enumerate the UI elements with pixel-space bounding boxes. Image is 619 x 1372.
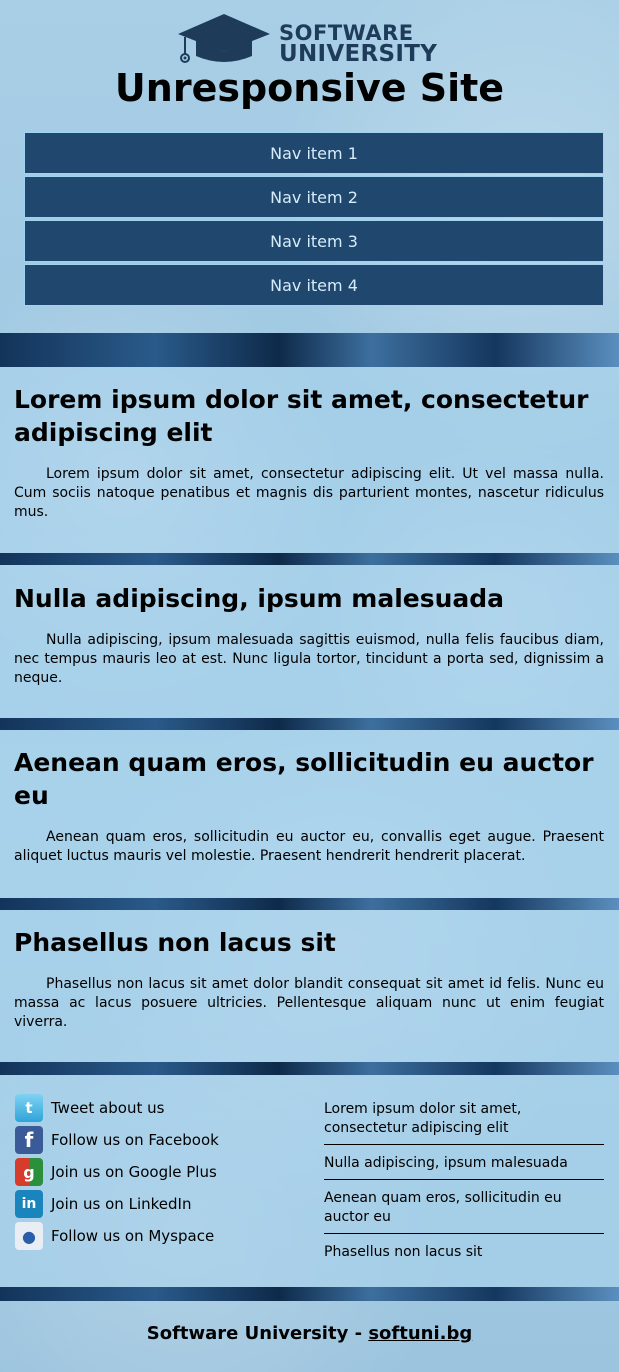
article-section-1: Lorem ipsum dolor sit amet, consectetur … [14, 383, 604, 522]
softuni-link[interactable]: softuni.bg [368, 1323, 472, 1344]
site-header: SOFTWARE UNIVERSITY Unresponsive Site Na… [0, 0, 619, 333]
divider-band [0, 1062, 619, 1075]
section-heading: Nulla adipiscing, ipsum malesuada [14, 584, 505, 613]
linkedin-icon: in [15, 1190, 43, 1218]
divider-band [0, 333, 619, 367]
divider-band [0, 1287, 619, 1301]
section-body: Nulla adipiscing, ipsum malesuada sagitt… [14, 632, 604, 686]
social-myspace[interactable]: ● Follow us on Myspace [15, 1220, 219, 1252]
section-heading: Lorem ipsum dolor sit amet, consectetur … [14, 385, 589, 447]
footer-link[interactable]: Phasellus non lacus sit [324, 1243, 604, 1268]
article-section-4: Phasellus non lacus sit Phasellus non la… [14, 926, 604, 1032]
graduation-cap-icon [178, 14, 270, 63]
social-links: t Tweet about us f Follow us on Facebook… [15, 1092, 219, 1252]
main-nav: Nav item 1 Nav item 2 Nav item 3 Nav ite… [24, 132, 604, 308]
article-section-3: Aenean quam eros, sollicitudin eu auctor… [14, 746, 604, 866]
google-plus-icon: g [15, 1158, 43, 1186]
social-label: Follow us on Facebook [51, 1131, 219, 1149]
nav-item-2[interactable]: Nav item 2 [24, 176, 604, 218]
social-label: Follow us on Myspace [51, 1227, 215, 1245]
section-body: Aenean quam eros, sollicitudin eu auctor… [14, 829, 604, 864]
social-label: Tweet about us [51, 1099, 165, 1117]
copyright-text: Software University - [146, 1323, 369, 1344]
myspace-icon: ● [15, 1222, 43, 1250]
nav-item-3[interactable]: Nav item 3 [24, 220, 604, 262]
facebook-icon: f [15, 1126, 43, 1154]
footer-link[interactable]: Nulla adipiscing, ipsum malesuada [324, 1154, 604, 1180]
footer-article-links: Lorem ipsum dolor sit amet, consectetur … [324, 1100, 604, 1277]
social-google-plus[interactable]: g Join us on Google Plus [15, 1156, 219, 1188]
social-twitter[interactable]: t Tweet about us [15, 1092, 219, 1124]
section-body: Lorem ipsum dolor sit amet, consectetur … [14, 466, 604, 520]
social-label: Join us on Google Plus [51, 1163, 217, 1181]
twitter-icon: t [15, 1094, 43, 1122]
social-facebook[interactable]: f Follow us on Facebook [15, 1124, 219, 1156]
copyright: Software University - softuni.bg [0, 1323, 619, 1344]
nav-item-1[interactable]: Nav item 1 [24, 132, 604, 174]
section-heading: Aenean quam eros, sollicitudin eu auctor… [14, 748, 594, 810]
section-body: Phasellus non lacus sit amet dolor bland… [14, 976, 604, 1030]
social-label: Join us on LinkedIn [51, 1195, 192, 1213]
footer-link[interactable]: Lorem ipsum dolor sit amet, consectetur … [324, 1100, 604, 1145]
page-title: Unresponsive Site [114, 66, 505, 110]
divider-band [0, 898, 619, 910]
footer-link[interactable]: Aenean quam eros, sollicitudin eu auctor… [324, 1189, 604, 1234]
divider-band [0, 553, 619, 565]
software-university-logo[interactable]: SOFTWARE UNIVERSITY [176, 12, 446, 68]
divider-band [0, 718, 619, 730]
section-heading: Phasellus non lacus sit [14, 928, 336, 957]
nav-item-4[interactable]: Nav item 4 [24, 264, 604, 306]
logo-line-2: UNIVERSITY [279, 40, 438, 67]
logo-text: SOFTWARE UNIVERSITY [279, 23, 438, 67]
article-section-2: Nulla adipiscing, ipsum malesuada Nulla … [14, 582, 604, 688]
social-linkedin[interactable]: in Join us on LinkedIn [15, 1188, 219, 1220]
